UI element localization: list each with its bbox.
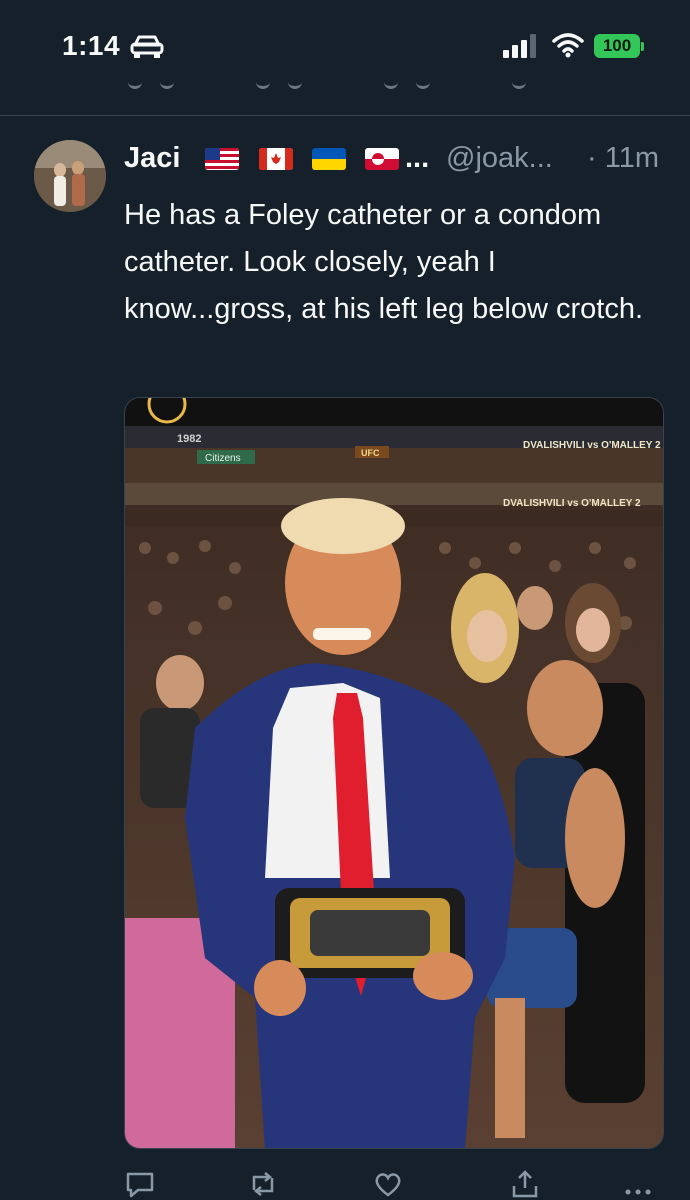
- battery-tip: [641, 42, 644, 51]
- tweet-media-image[interactable]: 1982 Citizens UFC DVALISHVILI vs O'MALLE…: [124, 397, 664, 1149]
- battery-indicator: 100: [594, 34, 640, 58]
- previous-tweet-actions: [0, 60, 690, 100]
- banner-left: Citizens: [205, 453, 241, 464]
- signal-icon: [503, 34, 536, 58]
- banner-year: 1982: [177, 433, 201, 445]
- greenland-flag-icon: [365, 148, 399, 170]
- banner-event: DVALISHVILI vs O'MALLEY 2: [523, 440, 661, 451]
- wifi-icon: [552, 33, 584, 58]
- name-ellipsis: ...: [405, 142, 430, 174]
- banner-event-2: DVALISHVILI vs O'MALLEY 2: [503, 498, 641, 509]
- divider: [0, 115, 690, 116]
- ukraine-flag-icon: [312, 148, 346, 170]
- us-flag-icon: [205, 148, 239, 170]
- author-name[interactable]: Jaci: [124, 142, 180, 175]
- share-icon[interactable]: [509, 1168, 541, 1200]
- banner-ufc: UFC: [361, 448, 380, 458]
- like-icon[interactable]: [372, 1168, 404, 1200]
- tweet-timestamp[interactable]: · 11m: [587, 142, 659, 175]
- status-time: 1:14: [62, 30, 121, 61]
- avatar[interactable]: [34, 140, 106, 212]
- author-handle[interactable]: @joak...: [446, 142, 553, 175]
- more-icon[interactable]: [622, 1168, 654, 1200]
- canada-flag-icon: [259, 148, 293, 170]
- car-icon: [130, 35, 164, 58]
- reply-icon[interactable]: [124, 1168, 156, 1200]
- tweet-text: He has a Foley catheter or a condom cath…: [124, 199, 644, 325]
- tweet-header: Jaci ... @joak... · 11m: [124, 140, 674, 180]
- retweet-icon[interactable]: [247, 1168, 279, 1200]
- tweet-actions: [124, 1168, 664, 1200]
